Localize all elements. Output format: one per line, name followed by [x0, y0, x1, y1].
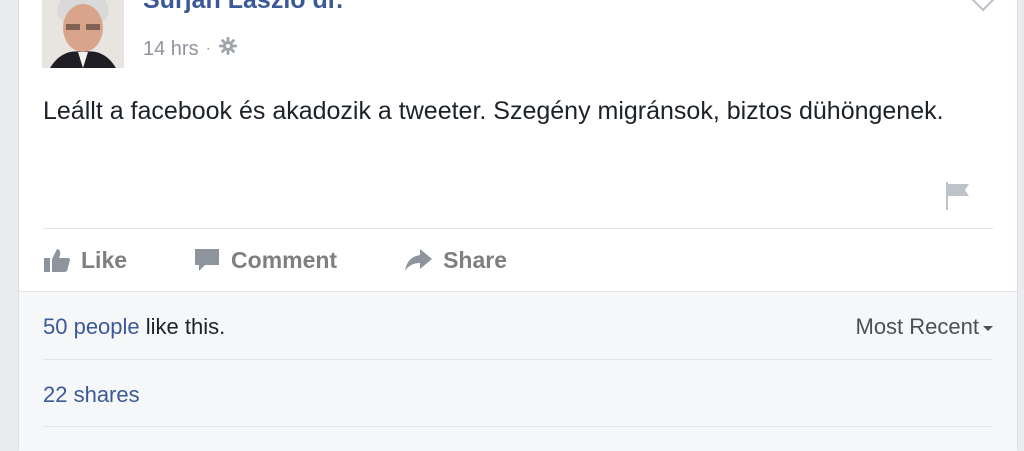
flag-icon[interactable] [943, 180, 973, 212]
comment-label: Comment [231, 246, 338, 273]
post-text: Leállt a facebook és akadozik a tweeter.… [43, 97, 944, 125]
share-label: Share [443, 246, 508, 273]
sort-label: Most Recent [855, 314, 980, 339]
shares-link[interactable]: 22 shares [43, 382, 140, 408]
chevron-down-icon[interactable] [971, 0, 995, 12]
share-button[interactable]: Share [403, 247, 507, 274]
divider [43, 359, 993, 360]
gear-icon[interactable] [218, 36, 238, 62]
post-timestamp[interactable]: 14 hrs [143, 38, 199, 61]
likes-summary: 50 people like this. Most Recent [43, 314, 993, 340]
like-button[interactable]: Like [43, 247, 127, 274]
like-label: Like [81, 246, 128, 273]
comment-button[interactable]: Comment [193, 247, 337, 274]
sort-dropdown[interactable]: Most Recent [855, 314, 993, 340]
post-footer: 50 people like this. Most Recent 22 shar… [19, 291, 1017, 451]
author-name[interactable]: Surján László dr. [143, 0, 343, 15]
likes-suffix: like this. [139, 314, 226, 339]
likes-link[interactable]: 50 people [43, 314, 140, 339]
post-card: Surján László dr. 14 hrs · Leállt a face… [18, 0, 1018, 451]
author-avatar[interactable] [42, 0, 124, 68]
share-arrow-icon [403, 247, 433, 273]
thumbs-up-icon [43, 247, 71, 273]
divider [43, 426, 993, 427]
post-meta: 14 hrs · [143, 36, 238, 62]
action-bar: Like Comment Share [43, 230, 993, 290]
divider [43, 228, 993, 229]
comment-icon [193, 247, 221, 273]
caret-down-icon [983, 326, 993, 331]
meta-separator: · [205, 40, 211, 57]
